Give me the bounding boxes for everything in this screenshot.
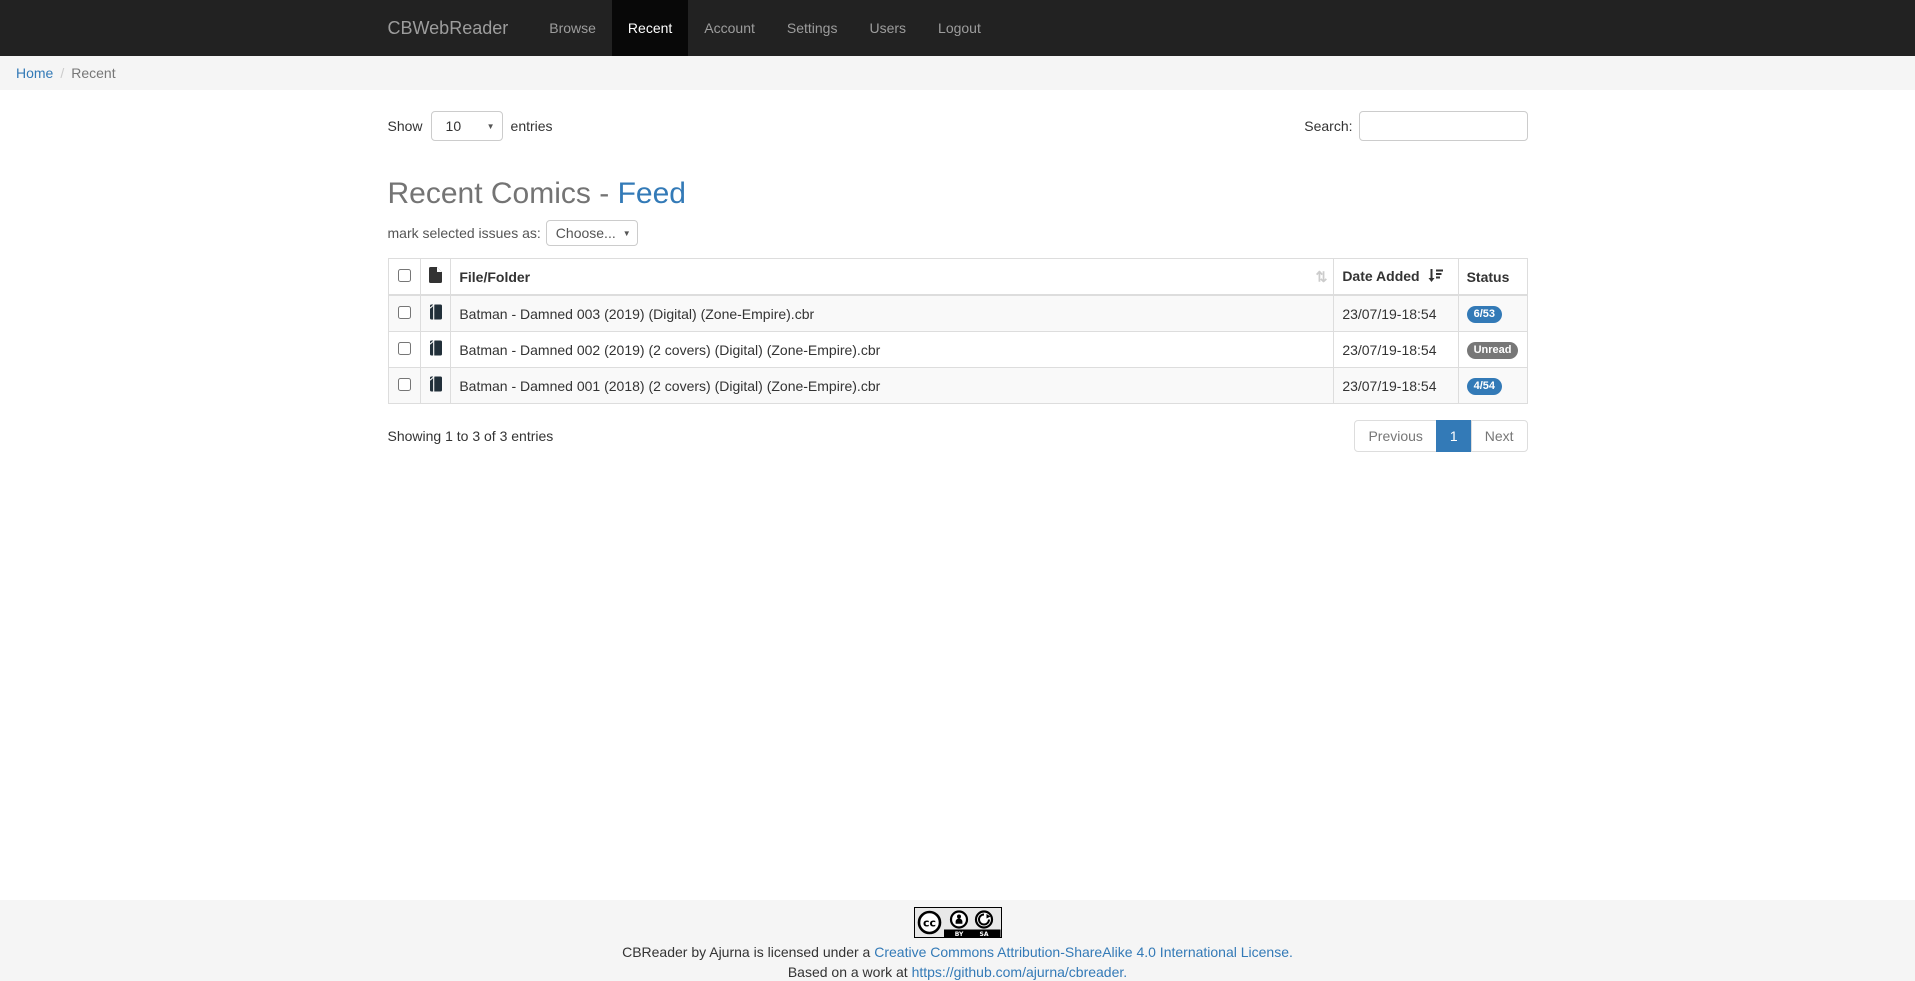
github-link[interactable]: https://github.com/ajurna/cbreader. [912, 964, 1128, 980]
table-header-row: File/Folder ⇅ Date Added Status [388, 259, 1527, 296]
row-checkbox[interactable] [398, 342, 411, 355]
book-icon [429, 379, 443, 395]
show-label: Show [388, 118, 423, 134]
mark-as-select[interactable]: Choose... ▼ [546, 220, 638, 246]
breadcrumb-separator: / [53, 65, 71, 81]
source-line: Based on a work at https://github.com/aj… [0, 964, 1915, 981]
nav-item-account[interactable]: Account [688, 0, 771, 56]
license-line: CBReader by Ajurna is licensed under a C… [0, 944, 1915, 961]
table-row: Batman - Damned 003 (2019) (Digital) (Zo… [388, 295, 1527, 332]
table-length-control: Show 10 ▼ entries [388, 111, 553, 141]
nav-item-logout[interactable]: Logout [922, 0, 997, 56]
file-folder-header-label: File/Folder [459, 269, 530, 285]
feed-link[interactable]: Feed [618, 177, 686, 210]
recent-comics-table: File/Folder ⇅ Date Added Status Batman -… [388, 258, 1528, 404]
table-row: Batman - Damned 002 (2019) (2 covers) (D… [388, 332, 1527, 368]
breadcrumb: Home/Recent [0, 56, 1915, 90]
row-checkbox[interactable] [398, 378, 411, 391]
select-all-checkbox[interactable] [398, 269, 411, 282]
column-header-date-added[interactable]: Date Added [1334, 259, 1458, 296]
comic-file-link[interactable]: Batman - Damned 002 (2019) (2 covers) (D… [451, 332, 1334, 368]
page-length-select[interactable]: 10 ▼ [431, 111, 503, 141]
status-badge: 6/53 [1467, 306, 1502, 323]
chevron-down-icon: ▼ [487, 122, 495, 131]
nav-item-browse[interactable]: Browse [533, 0, 612, 56]
column-header-file-folder[interactable]: File/Folder ⇅ [451, 259, 1334, 296]
table-info: Showing 1 to 3 of 3 entries [388, 420, 554, 444]
cc-icon: cc [922, 917, 935, 930]
cc-license-link[interactable]: Creative Commons Attribution-ShareAlike … [874, 944, 1293, 960]
nav-item-users[interactable]: Users [853, 0, 922, 56]
search-label: Search: [1304, 118, 1352, 134]
mark-selected-label: mark selected issues as: [388, 225, 541, 241]
date-added-cell: 23/07/19-18:54 [1334, 368, 1458, 404]
pagination: Previous 1 Next [1354, 420, 1527, 452]
source-text: Based on a work at [788, 964, 908, 980]
license-text: CBReader by Ajurna is licensed under a [622, 944, 870, 960]
nav-item-settings[interactable]: Settings [771, 0, 854, 56]
status-badge: 4/54 [1467, 378, 1502, 395]
date-added-cell: 23/07/19-18:54 [1334, 332, 1458, 368]
status-badge: Unread [1467, 342, 1519, 359]
column-header-status[interactable]: Status [1458, 259, 1527, 296]
pagination-previous-button[interactable]: Previous [1354, 420, 1436, 452]
book-icon [429, 307, 443, 323]
page-title-text: Recent Comics - [388, 177, 618, 210]
main-content: Show 10 ▼ entries Search: Recent Comics … [0, 90, 1915, 900]
entries-label: entries [511, 118, 553, 134]
comic-file-link[interactable]: Batman - Damned 003 (2019) (Digital) (Zo… [451, 295, 1334, 332]
sort-unsorted-icon: ⇅ [1316, 268, 1328, 285]
page-title: Recent Comics - Feed [388, 177, 1528, 211]
row-checkbox[interactable] [398, 306, 411, 319]
breadcrumb-current: Recent [71, 65, 115, 81]
search-input[interactable] [1359, 111, 1528, 141]
page-length-value: 10 [446, 118, 462, 134]
person-icon [957, 915, 961, 919]
date-added-cell: 23/07/19-18:54 [1334, 295, 1458, 332]
book-icon [429, 343, 443, 359]
chevron-down-icon: ▼ [623, 229, 631, 238]
top-navbar: CBWebReader Browse Recent Account Settin… [0, 0, 1915, 56]
file-icon [429, 270, 442, 286]
breadcrumb-home-link[interactable]: Home [16, 65, 53, 81]
pagination-page-1-button[interactable]: 1 [1436, 420, 1472, 452]
pagination-next-button[interactable]: Next [1471, 420, 1528, 452]
brand-cbwebreader[interactable]: CBWebReader [388, 0, 534, 56]
cc-by-sa-badge[interactable]: cc BY SA [914, 907, 1002, 941]
cc-sa-label: SA [979, 931, 988, 938]
status-header-label: Status [1467, 269, 1510, 285]
date-added-header-label: Date Added [1342, 268, 1419, 284]
comic-file-link[interactable]: Batman - Damned 001 (2018) (2 covers) (D… [451, 368, 1334, 404]
table-row: Batman - Damned 001 (2018) (2 covers) (D… [388, 368, 1527, 404]
page-footer: cc BY SA CBReader by Ajurna is licensed … [0, 900, 1915, 981]
cc-by-label: BY [954, 931, 963, 938]
sort-descending-icon [1428, 269, 1443, 285]
nav-item-recent[interactable]: Recent [612, 0, 688, 56]
mark-as-value: Choose... [556, 225, 616, 241]
